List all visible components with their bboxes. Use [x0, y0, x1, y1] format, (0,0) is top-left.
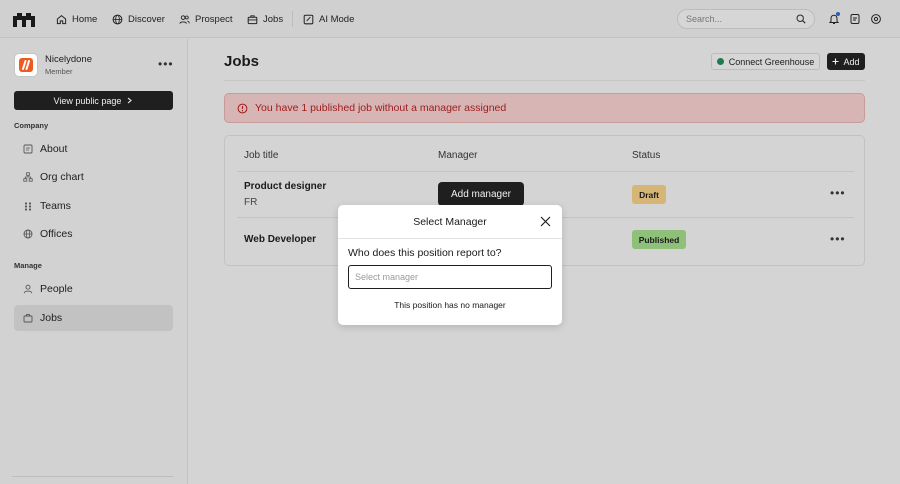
briefcase-icon: [247, 14, 258, 24]
logo-icon[interactable]: [13, 11, 35, 27]
row-more-icon[interactable]: •••: [830, 186, 846, 200]
chevron-right-icon: [128, 97, 133, 104]
org-name: Nicelydone: [45, 54, 92, 65]
add-manager-button[interactable]: Add manager: [438, 182, 524, 206]
sidebar-item-teams[interactable]: Teams: [14, 193, 173, 219]
sidebar-item-label: About: [40, 143, 68, 155]
nav-prospect[interactable]: Prospect: [179, 0, 233, 38]
more-options-icon[interactable]: •••: [158, 57, 174, 71]
search-input[interactable]: Search...: [677, 9, 815, 29]
add-job-button[interactable]: Add: [827, 53, 865, 70]
row-divider: [237, 171, 854, 172]
teams-icon: [24, 202, 32, 211]
nav-ai-mode[interactable]: AI Mode: [303, 0, 354, 38]
sidebar-item-offices[interactable]: Offices: [14, 221, 173, 247]
nav-jobs[interactable]: Jobs: [247, 0, 283, 38]
sidebar-item-label: Teams: [40, 200, 71, 212]
nav-ai-mode-label: AI Mode: [319, 13, 355, 25]
sidebar: Nicelydone Member ••• View public page C…: [0, 39, 188, 484]
header-divider: [224, 80, 865, 81]
view-public-page-button[interactable]: View public page: [14, 91, 173, 110]
sidebar-item-label: Jobs: [40, 312, 63, 324]
sidebar-divider: [12, 476, 174, 477]
org-avatar[interactable]: [14, 53, 38, 77]
search-icon: [796, 14, 806, 24]
column-header-job-title[interactable]: Job title: [244, 150, 278, 161]
settings-icon[interactable]: [870, 13, 882, 25]
nav-home-label: Home: [72, 13, 98, 25]
globe-icon: [112, 14, 123, 24]
page-title: Jobs: [224, 53, 260, 70]
select-manager-modal: Select Manager Who does this position re…: [338, 205, 562, 325]
add-job-label: Add: [843, 56, 860, 67]
modal-divider: [338, 238, 562, 239]
connect-greenhouse-label: Connect Greenhouse: [728, 56, 815, 67]
briefcase-icon: [23, 314, 33, 323]
users-icon: [179, 14, 190, 24]
greenhouse-icon: [716, 58, 724, 65]
column-header-manager[interactable]: Manager: [438, 150, 477, 161]
column-header-status[interactable]: Status: [632, 150, 660, 161]
company-section-label: Company: [14, 121, 49, 130]
org-chart-icon: [23, 172, 33, 182]
notification-dot: [836, 12, 840, 16]
alert-text: You have 1 published job without a manag…: [255, 102, 507, 114]
job-title[interactable]: Product designer: [244, 181, 326, 192]
org-role: Member: [45, 67, 73, 76]
nav-prospect-label: Prospect: [195, 13, 233, 25]
alert-circle-icon: [237, 103, 248, 113]
nav-discover[interactable]: Discover: [112, 0, 165, 38]
about-icon: [23, 144, 33, 154]
close-icon[interactable]: [540, 216, 551, 227]
messages-icon[interactable]: [849, 13, 861, 25]
no-manager-option[interactable]: This position has no manager: [338, 300, 562, 310]
status-badge: Draft: [632, 185, 666, 204]
nav-home[interactable]: Home: [56, 0, 97, 38]
status-badge: Published: [632, 230, 686, 249]
sidebar-item-jobs[interactable]: Jobs: [14, 305, 173, 331]
nav-jobs-label: Jobs: [263, 13, 284, 25]
org-logo-icon: [19, 58, 33, 72]
sidebar-item-label: People: [40, 283, 73, 295]
view-public-page-label: View public page: [53, 95, 122, 106]
plus-icon: [832, 58, 839, 65]
alert-banner: You have 1 published job without a manag…: [224, 93, 865, 123]
job-title[interactable]: Web Developer: [244, 234, 316, 245]
home-icon: [56, 14, 67, 24]
globe-icon: [23, 229, 33, 239]
ai-mode-icon: [303, 14, 314, 24]
connect-greenhouse-button[interactable]: Connect Greenhouse: [711, 53, 820, 70]
job-location: FR: [244, 197, 258, 208]
sidebar-item-label: Offices: [40, 228, 73, 240]
person-icon: [23, 284, 33, 294]
row-more-icon[interactable]: •••: [830, 232, 846, 246]
select-manager-input[interactable]: [348, 265, 552, 289]
nav-divider: [292, 11, 293, 27]
sidebar-item-about[interactable]: About: [14, 136, 173, 162]
nav-discover-label: Discover: [128, 13, 165, 25]
sidebar-item-label: Org chart: [40, 171, 84, 183]
modal-question: Who does this position report to?: [348, 247, 502, 259]
modal-title: Select Manager: [413, 216, 487, 228]
search-placeholder: Search...: [686, 14, 723, 24]
sidebar-item-people[interactable]: People: [14, 276, 173, 302]
top-nav: Home Discover Prospect Jobs AI Mode Sear…: [0, 0, 900, 38]
sidebar-item-org-chart[interactable]: Org chart: [14, 164, 173, 190]
manage-section-label: Manage: [14, 261, 42, 270]
